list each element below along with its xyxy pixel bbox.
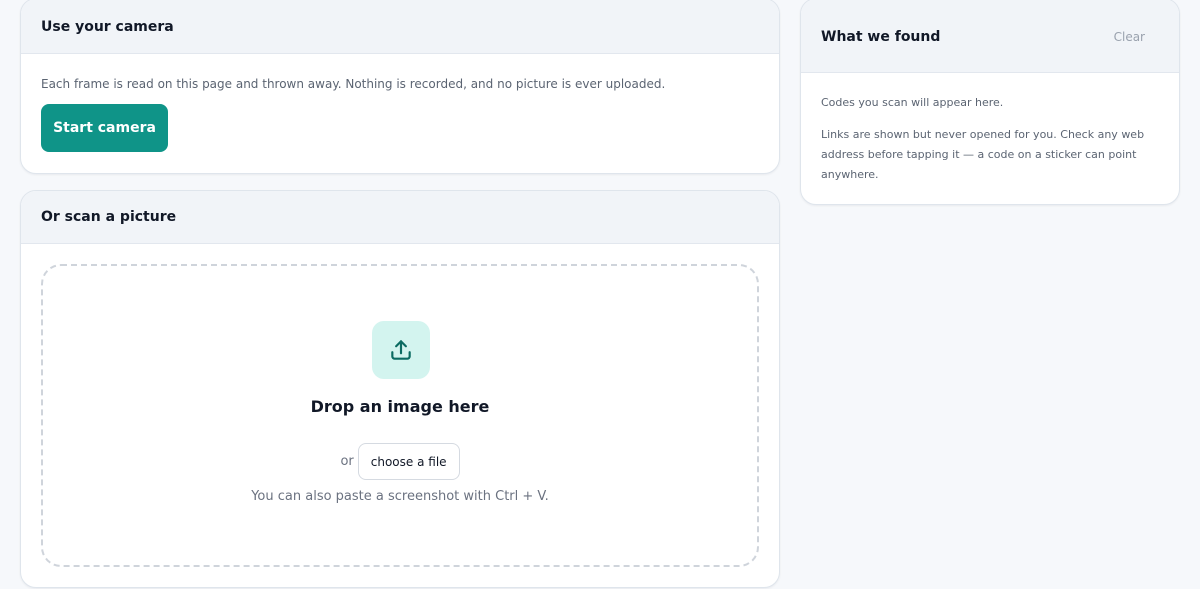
camera-description: Each frame is read on this page and thro…	[41, 77, 666, 91]
camera-card-title: Use your camera	[41, 19, 174, 35]
scan-picture-card-title: Or scan a picture	[41, 209, 177, 225]
results-card: What we found Clear Codes you scan will …	[800, 0, 1180, 205]
drop-image-title: Drop an image here	[310, 397, 490, 416]
choose-file-row: or choose a file	[43, 443, 757, 480]
results-body: Codes you scan will appear here. Links a…	[801, 73, 1179, 204]
clear-button[interactable]: Clear	[1110, 26, 1159, 48]
camera-card-header: Use your camera	[21, 0, 779, 54]
scan-picture-card: Or scan a picture Drop an image here or …	[20, 190, 780, 588]
paste-hint: You can also paste a screenshot with Ctr…	[251, 489, 549, 504]
choose-file-button[interactable]: choose a file	[357, 443, 460, 480]
scan-picture-card-header: Or scan a picture	[21, 191, 779, 244]
results-empty-text: Codes you scan will appear here.	[821, 96, 1004, 109]
camera-card: Use your camera Each frame is read on th…	[20, 0, 780, 174]
image-dropzone[interactable]: Drop an image here or choose a file You …	[41, 264, 759, 567]
start-camera-button[interactable]: Start camera	[41, 104, 168, 152]
or-label: or	[340, 454, 354, 469]
results-card-header: What we found Clear	[801, 0, 1179, 73]
results-warning-text: Links are shown but never opened for you…	[821, 128, 1145, 181]
upload-icon	[372, 321, 430, 379]
camera-card-body: Each frame is read on this page and thro…	[21, 54, 779, 172]
results-card-title: What we found	[821, 28, 941, 45]
